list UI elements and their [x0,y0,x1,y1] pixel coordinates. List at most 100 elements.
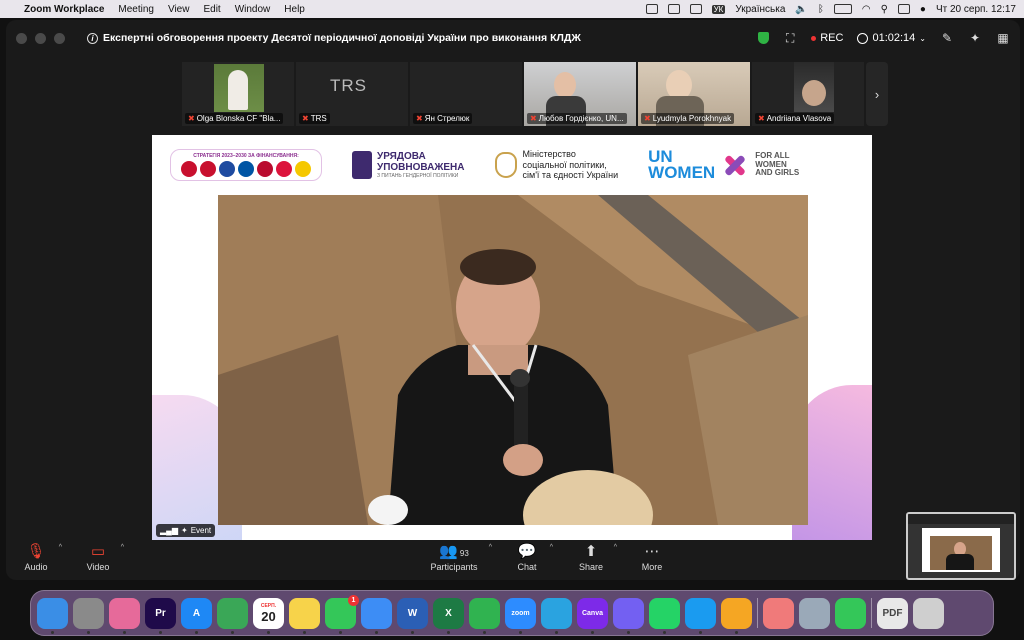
dock-premiere-pro-icon[interactable]: Pr [145,597,176,634]
dock-pages-icon[interactable] [721,597,752,634]
keyboard-layout-label[interactable]: Українська [735,4,785,15]
meeting-toolbar: 🎙 ^ Audio ▭ ^ Video 👥 93 ^ Participants 💬 ^ C… [6,540,1020,580]
video-off-icon: ▭ ^ [90,543,124,560]
dock-viber-icon[interactable] [613,597,644,634]
flag-icon [219,161,235,177]
dock-app-store-icon[interactable]: A [181,597,212,634]
participants-icon: 👥 93 ^ [439,543,492,560]
mic-muted-icon: ✖ [758,114,765,123]
commissioner-mark-icon [352,151,372,179]
commissioner-sub: З ПИТАНЬ ГЕНДЕРНОЇ ПОЛІТИКИ [377,173,459,179]
dock-pdf-document-icon[interactable]: PDF [877,597,908,629]
menu-edit[interactable]: Edit [203,4,220,15]
dock-mail-icon[interactable] [361,597,392,634]
battery-icon[interactable] [833,4,852,14]
minimize-window-button[interactable] [35,32,46,44]
wifi-icon[interactable]: ◠ [862,4,871,15]
participant-tile[interactable]: ✖ Ян Стрелюк [410,62,522,126]
security-shield-icon[interactable] [758,32,770,44]
flag-icon [181,161,197,177]
annotate-pencil-icon[interactable]: ✎ [940,31,954,45]
share-button[interactable]: ⬆ ^ Share [561,542,621,572]
participant-tile[interactable]: TRS ✖ TRS [296,62,408,126]
creative-cloud-icon[interactable] [689,4,702,14]
menu-help[interactable]: Help [284,4,305,15]
chevron-up-icon[interactable]: ^ [59,544,62,551]
volume-icon[interactable]: 🔈 [795,4,807,15]
zoom-window-button[interactable] [54,32,65,44]
chevron-up-icon[interactable]: ^ [550,544,553,551]
running-indicator [123,630,126,634]
dock-excel-icon[interactable]: X [433,597,464,634]
dock-whatsapp-icon[interactable] [649,597,680,634]
dock-trash-icon[interactable] [913,597,944,629]
next-participants-button[interactable]: › [866,62,888,126]
notification-badge: 1 [348,594,359,606]
chevron-up-icon[interactable]: ^ [489,544,492,551]
dock-finder-icon[interactable] [37,597,68,634]
running-indicator [591,630,594,634]
menu-meeting[interactable]: Meeting [118,4,154,15]
dock-preview-icon[interactable] [799,597,830,629]
search-icon[interactable]: ⚲ [881,4,888,15]
participant-tile[interactable]: ✖ Любов Гордієнко, UN... [524,62,636,126]
zoom-status-icon[interactable] [667,4,680,14]
mini-window-preview[interactable] [906,512,1016,580]
title-bar: i Експертні обговорення проекту Десятої … [6,20,1020,56]
dock-canva-icon[interactable]: Canva [577,597,608,634]
control-center-icon[interactable] [897,4,910,14]
un-line2: WOMEN [648,163,716,182]
audio-button[interactable]: 🎙 ^ Audio [6,542,66,572]
ai-companion-icon[interactable]: ✦ [968,31,982,45]
participants-count: 93 [459,549,469,558]
shared-screen: СТРАТЕГІЯ 2023–2030 ЗА ФІНАНСУВАННЯ: УРЯ… [152,135,872,540]
info-icon[interactable]: i [87,32,98,44]
more-button[interactable]: ⋯ More [622,542,682,572]
dock-system-settings-icon[interactable] [73,597,104,634]
running-indicator [267,630,270,634]
menu-app-name[interactable]: Zoom Workplace [24,4,104,15]
running-indicator [231,630,234,634]
participant-tile[interactable]: ✖ Lyudmyla Porokhnyak [638,62,750,126]
close-window-button[interactable] [16,32,27,44]
menu-clock[interactable]: Чт 20 серп. 12:17 [936,4,1016,15]
menu-window[interactable]: Window [235,4,271,15]
siri-icon[interactable]: ● [920,4,926,15]
dock-facetime-icon[interactable] [835,597,866,629]
layout-icon[interactable]: ⛶ [783,31,797,45]
participant-tile[interactable]: ✖ Andriiana Vlasova [752,62,864,126]
chat-button[interactable]: 💬 ^ Chat [497,542,557,572]
dock-numbers-icon[interactable] [469,597,500,634]
dock-telegram-icon[interactable] [541,597,572,634]
dock-calendar-icon[interactable]: СЕРП. 20 [253,597,284,634]
participants-button[interactable]: 👥 93 ^ Participants [424,542,492,572]
participant-tile[interactable]: ✖ Olga Blonska CF "Bla... [182,62,294,126]
camera-status-icon[interactable] [645,4,658,14]
keyboard-layout-badge[interactable]: УК [711,4,726,14]
view-options-icon[interactable]: ▦ [996,31,1010,45]
speaker-scene [218,195,808,525]
chevron-up-icon[interactable]: ^ [614,544,617,551]
dock-launchpad-icon[interactable] [109,597,140,634]
chevron-up-icon[interactable]: ^ [121,544,124,551]
video-button[interactable]: ▭ ^ Video [68,542,128,572]
chevron-down-icon: ⌄ [919,33,926,43]
dock-word-icon[interactable]: W [397,597,428,634]
meeting-timer[interactable]: 01:02:14 ⌄ [857,32,926,44]
participant-video [794,62,834,112]
dock-notes-icon[interactable] [289,597,320,634]
bluetooth-icon[interactable]: ᛒ [818,4,824,15]
event-badge[interactable]: ▂▄▆ ✦ Event [156,524,216,537]
dock-photos-icon[interactable] [763,597,794,629]
trs-logo: TRS [330,76,367,95]
dock-messages-icon[interactable]: 1 [325,594,359,634]
event-label: Event [190,526,212,535]
dock-zoom-icon[interactable]: zoom [505,597,536,634]
dock-label: W [407,607,418,619]
menu-view[interactable]: View [168,4,190,15]
participants-label: Participants [430,562,478,572]
dock-safari-icon[interactable] [685,597,716,634]
dock-chrome-icon[interactable] [217,597,248,634]
meeting-title-area[interactable]: i Експертні обговорення проекту Десятої … [87,32,581,44]
recording-indicator[interactable]: REC [811,32,843,44]
